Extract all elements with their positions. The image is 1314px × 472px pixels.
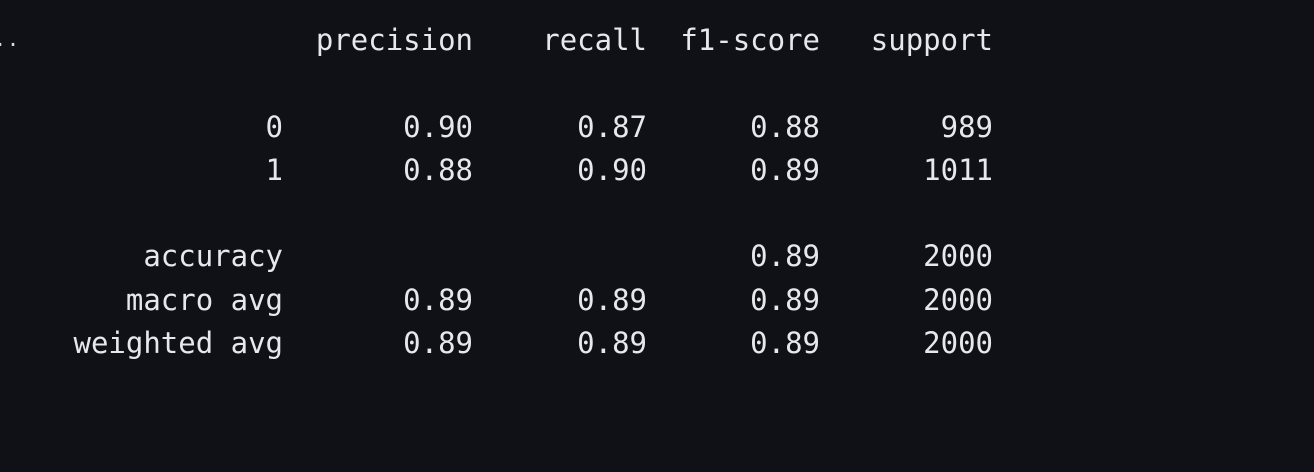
class-1-precision: 0.88 [403, 153, 473, 187]
macro-avg-recall: 0.89 [577, 283, 647, 317]
row-label-class-1: 1 [265, 153, 283, 187]
row-label-class-0: 0 [265, 110, 283, 144]
row-label-accuracy: accuracy [143, 239, 283, 273]
class-1-support: 1011 [923, 153, 993, 187]
cell-output-area: .. precision recall f1-score support 0 0… [0, 0, 1314, 472]
macro-avg-f1-score: 0.89 [750, 283, 820, 317]
class-0-recall: 0.87 [577, 110, 647, 144]
accuracy-score: 0.89 [750, 239, 820, 273]
accuracy-precision [300, 238, 473, 274]
header-precision: precision [315, 23, 473, 57]
weighted-avg-f1-score: 0.89 [750, 326, 820, 360]
header-f1-score: f1-score [680, 23, 820, 57]
row-label-weighted-avg: weighted avg [73, 326, 283, 360]
class-0-precision: 0.90 [403, 110, 473, 144]
weighted-avg-recall: 0.89 [577, 326, 647, 360]
class-1-recall: 0.90 [577, 153, 647, 187]
classification-report: precision recall f1-score support 0 0.90… [0, 0, 1314, 472]
macro-avg-support: 2000 [923, 283, 993, 317]
class-0-f1-score: 0.88 [750, 110, 820, 144]
header-recall: recall [542, 23, 647, 57]
weighted-avg-precision: 0.89 [403, 326, 473, 360]
row-label-macro-avg: macro avg [125, 283, 283, 317]
accuracy-recall [500, 238, 647, 274]
header-support: support [870, 23, 993, 57]
class-0-support: 989 [940, 110, 993, 144]
macro-avg-precision: 0.89 [403, 283, 473, 317]
accuracy-support: 2000 [923, 239, 993, 273]
class-1-f1-score: 0.89 [750, 153, 820, 187]
weighted-avg-support: 2000 [923, 326, 993, 360]
